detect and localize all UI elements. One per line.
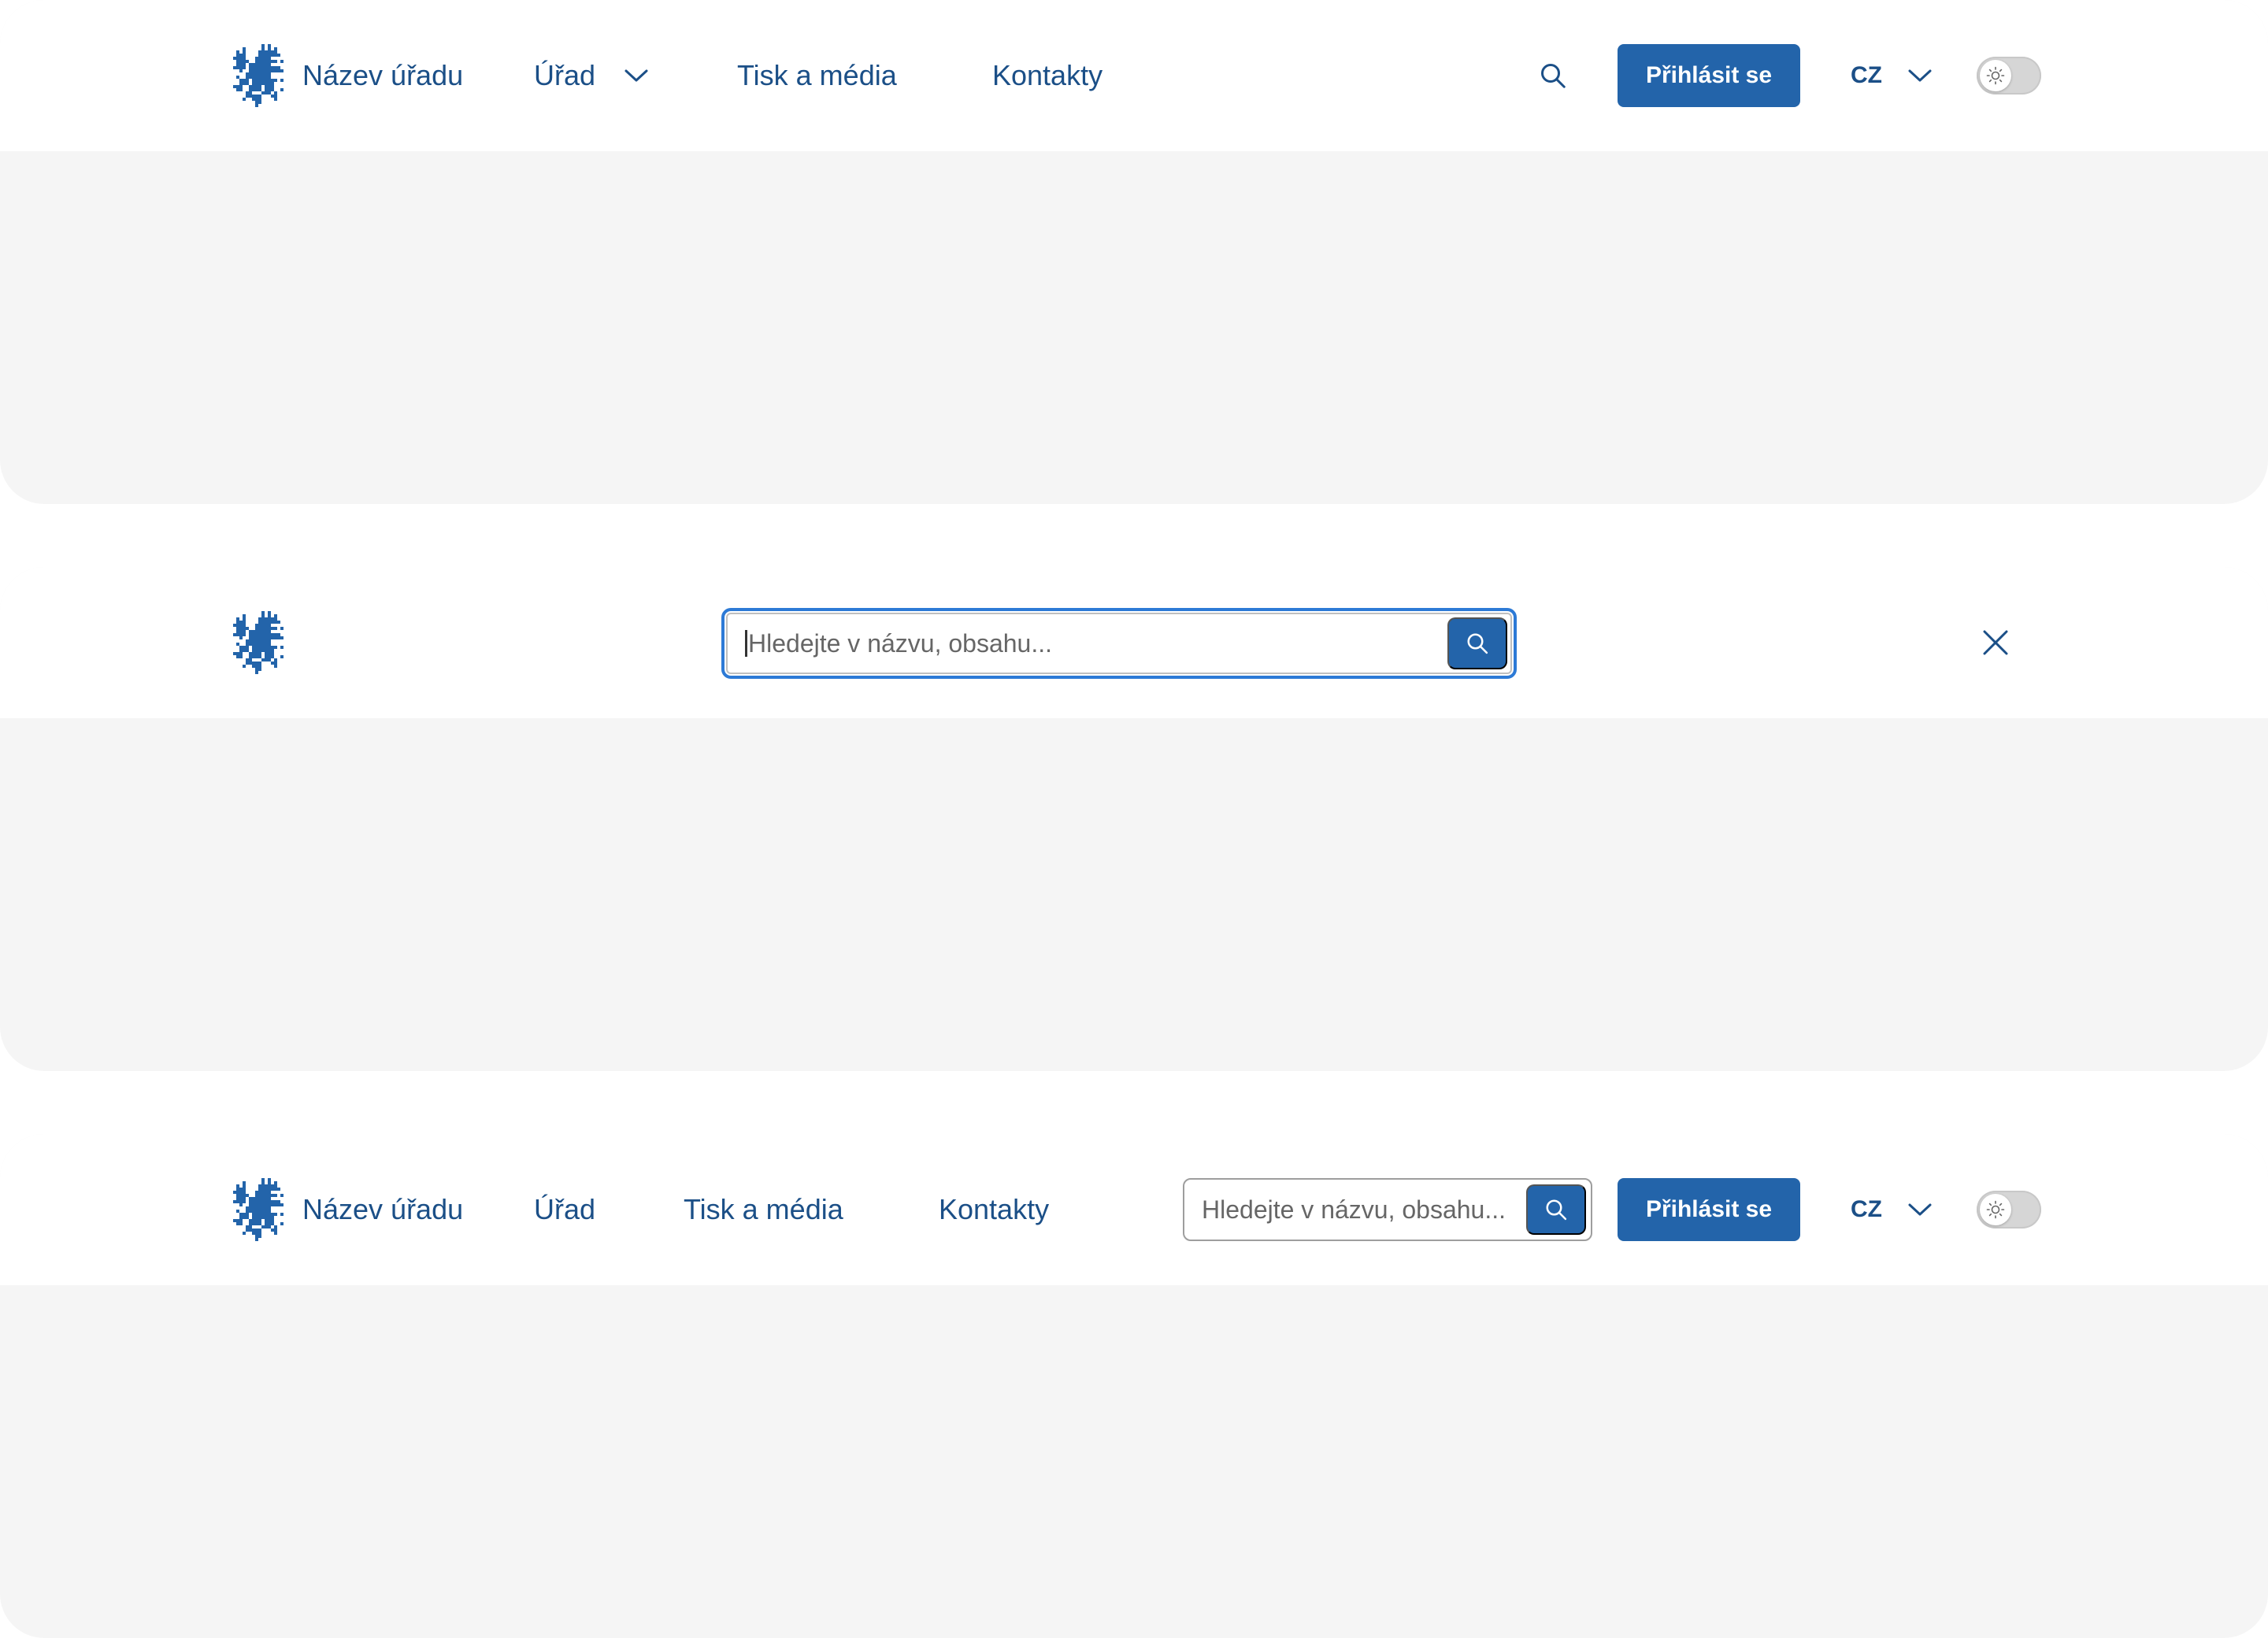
header-variant-default: Název úřadu Úřad Tisk a média Kontakty P… (0, 0, 2268, 504)
heraldic-lion-icon (233, 611, 284, 674)
nav-item-tisk-a-media[interactable]: Tisk a média (737, 57, 897, 94)
header-variant-search-open (0, 567, 2268, 1071)
nav-item-label: Úřad (534, 59, 596, 91)
search-box (1183, 1178, 1592, 1241)
theme-toggle[interactable] (1977, 57, 2041, 94)
language-selector[interactable]: CZ (1851, 1191, 1933, 1228)
sun-icon (1986, 1200, 2005, 1219)
close-icon[interactable] (1981, 628, 2010, 657)
chevron-down-icon (1907, 68, 1933, 83)
text-caret (745, 630, 747, 657)
language-code: CZ (1851, 1196, 1882, 1222)
theme-toggle[interactable] (1977, 1191, 2041, 1228)
toggle-knob (1980, 1194, 2011, 1225)
chevron-down-icon (1907, 1202, 1933, 1217)
language-selector[interactable]: CZ (1851, 57, 1933, 94)
site-name: Název úřadu (302, 1193, 464, 1225)
header-variant-inline-search: Název úřadu Úřad Tisk a média Kontakty P… (0, 1134, 2268, 1638)
search-icon (1466, 632, 1489, 655)
nav-item-tisk-a-media[interactable]: Tisk a média (684, 1191, 843, 1228)
nav-item-kontakty[interactable]: Kontakty (939, 1191, 1049, 1228)
heraldic-lion-icon (233, 1178, 284, 1241)
nav-item-kontakty[interactable]: Kontakty (992, 57, 1102, 94)
search-icon (1544, 1198, 1568, 1221)
search-icon[interactable] (1539, 61, 1567, 90)
toggle-knob (1980, 60, 2011, 91)
chevron-down-icon (624, 68, 649, 83)
search-submit-button[interactable] (1526, 1184, 1586, 1235)
sun-icon (1986, 66, 2005, 85)
site-name: Název úřadu (302, 59, 464, 91)
nav-item-urad[interactable]: Úřad (534, 57, 649, 94)
search-submit-button[interactable] (1447, 617, 1507, 669)
heraldic-lion-icon (233, 44, 284, 107)
site-header: Název úřadu Úřad Tisk a média Kontakty P… (0, 1134, 2268, 1285)
login-button[interactable]: Přihlásit se (1618, 1178, 1800, 1241)
search-input[interactable] (748, 624, 1378, 663)
site-header (0, 567, 2268, 718)
language-code: CZ (1851, 62, 1882, 88)
login-button[interactable]: Přihlásit se (1618, 44, 1800, 107)
search-input[interactable] (1202, 1191, 1517, 1228)
search-box (721, 608, 1517, 679)
site-header: Název úřadu Úřad Tisk a média Kontakty P… (0, 0, 2268, 151)
nav-item-urad[interactable]: Úřad (534, 1191, 595, 1228)
